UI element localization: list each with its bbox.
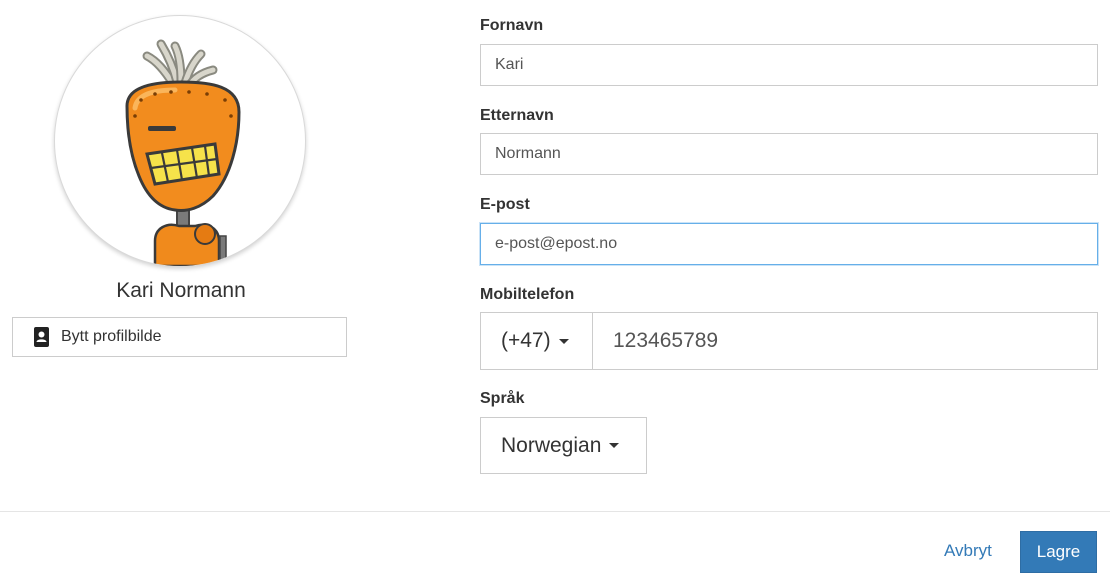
save-button[interactable]: Lagre [1020,531,1097,573]
last-name-input[interactable] [480,133,1098,175]
mobile-input[interactable] [593,312,1098,370]
first-name-input[interactable] [480,44,1098,86]
first-name-label: Fornavn [480,17,544,34]
profile-panel: Kari Normann Bytt profilbilde [0,0,362,500]
language-value: Norwegian [501,433,602,457]
avatar [54,15,306,267]
email-input[interactable] [480,223,1098,265]
change-photo-label: Bytt profilbilde [61,328,162,345]
caret-down-icon [558,338,569,344]
caret-down-icon [609,443,620,448]
change-photo-button[interactable]: Bytt profilbilde [12,317,347,357]
robot-avatar-icon [125,39,241,266]
language-label: Språk [480,390,525,407]
footer-divider [0,511,1110,512]
country-code-value: (+47) [501,329,551,352]
cancel-link[interactable]: Avbryt [944,541,992,561]
last-name-label: Etternavn [480,107,554,124]
email-label: E-post [480,196,530,213]
country-code-dropdown[interactable]: (+47) [480,312,593,370]
language-dropdown[interactable]: Norwegian [480,417,647,474]
mobile-label: Mobiltelefon [480,286,575,303]
profile-name: Kari Normann [116,279,246,302]
mobile-input-group: (+47) [480,312,1098,370]
contact-card-icon [34,327,49,347]
